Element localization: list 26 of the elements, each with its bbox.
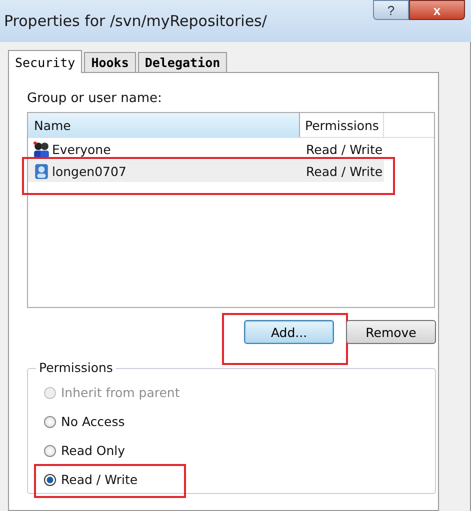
tab[interactable]: Delegation — [138, 52, 228, 72]
radio-label[interactable]: Read / Write — [61, 472, 138, 487]
radio-button[interactable] — [44, 474, 56, 486]
tab[interactable]: Hooks — [84, 52, 136, 72]
user-name: Everyone — [52, 142, 111, 156]
dialog-button[interactable]: Add... — [244, 320, 334, 344]
permission-cell: Read / Write — [306, 164, 383, 178]
list-row[interactable]: longen0707 Read / Write — [28, 160, 384, 182]
radio-label[interactable]: Read Only — [61, 443, 126, 458]
window-title: Properties for /svn/myRepositories/ — [4, 12, 267, 30]
column-header[interactable]: Permissions — [300, 113, 384, 137]
radio-label[interactable]: No Access — [61, 414, 125, 429]
dialog-button[interactable]: Remove — [346, 320, 436, 344]
close-button[interactable]: x — [409, 0, 465, 20]
group-title: Permissions — [36, 360, 116, 375]
users-icon — [33, 140, 50, 158]
help-button[interactable]: ? — [373, 0, 409, 20]
permission-cell: Read / Write — [306, 142, 383, 156]
user-name: longen0707 — [52, 164, 126, 178]
user-icon — [33, 162, 50, 180]
list-row[interactable]: Everyone Read / Write — [28, 138, 434, 160]
tab[interactable]: Security — [8, 50, 82, 73]
radio-button[interactable] — [44, 416, 56, 428]
radio-button[interactable] — [44, 444, 56, 456]
group-label: Group or user name: — [27, 91, 163, 106]
column-header[interactable]: Name — [28, 113, 300, 137]
